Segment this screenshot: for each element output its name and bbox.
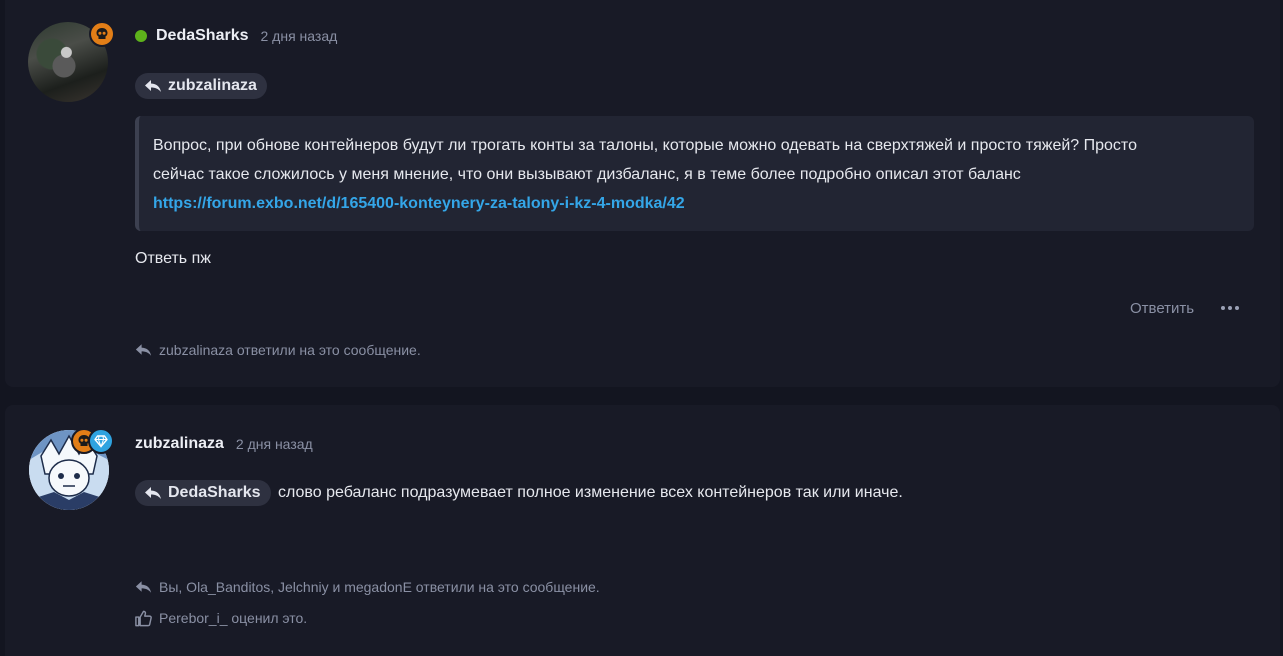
mention-label: DedaSharks bbox=[168, 484, 261, 501]
liked-by-row: Perebor_i_ оценил это. bbox=[134, 609, 307, 627]
post-body: слово ребаланс подразумевает полное изме… bbox=[278, 484, 903, 501]
quote-link[interactable]: https://forum.exbo.net/d/165400-konteyne… bbox=[153, 189, 1240, 218]
skull-icon bbox=[96, 28, 108, 39]
quote-text-line-2: сейчас такое сложилось у меня мнение, чт… bbox=[153, 166, 1021, 183]
post-time[interactable]: 2 дня назад bbox=[236, 436, 313, 452]
post-dedasharks: DedaSharks 2 дня назад zubzalinaza Вопро… bbox=[5, 0, 1280, 387]
skull-badge-icon bbox=[89, 21, 115, 47]
replied-by-row: zubzalinaza ответили на это сообщение. bbox=[134, 342, 421, 358]
diamond-icon bbox=[94, 435, 108, 448]
reply-icon bbox=[135, 581, 152, 593]
diamond-badge-icon bbox=[88, 428, 114, 454]
username[interactable]: DedaSharks bbox=[156, 27, 249, 45]
post-header: DedaSharks 2 дня назад bbox=[135, 27, 337, 45]
mention-pill[interactable]: zubzalinaza bbox=[135, 73, 267, 99]
online-status-icon bbox=[135, 30, 147, 42]
replied-by-text[interactable]: Вы, Ola_Banditos, Jelchniy и megadonE от… bbox=[159, 579, 600, 595]
reply-icon bbox=[145, 80, 161, 92]
replied-by-text[interactable]: zubzalinaza ответили на это сообщение. bbox=[159, 342, 421, 358]
post-header: zubzalinaza 2 дня назад bbox=[135, 435, 313, 453]
post-time[interactable]: 2 дня назад bbox=[261, 28, 338, 44]
mention-label: zubzalinaza bbox=[168, 77, 257, 94]
replied-by-row: Вы, Ola_Banditos, Jelchniy и megadonE от… bbox=[134, 579, 600, 595]
reply-button[interactable]: Ответить bbox=[1130, 300, 1194, 317]
liked-by-text[interactable]: Perebor_i_ оценил это. bbox=[159, 610, 307, 626]
more-options-button[interactable] bbox=[1221, 306, 1239, 310]
post-body: Ответь пж bbox=[135, 250, 211, 267]
ellipsis-icon bbox=[1221, 306, 1225, 310]
reply-icon bbox=[135, 344, 152, 356]
thumbs-up-icon bbox=[135, 610, 152, 627]
mention-pill[interactable]: DedaSharks bbox=[135, 480, 271, 506]
quoted-message: Вопрос, при обнове контейнеров будут ли … bbox=[135, 116, 1254, 231]
quote-text-line-1: Вопрос, при обнове контейнеров будут ли … bbox=[153, 137, 1137, 154]
post-zubzalinaza: zubzalinaza 2 дня назад DedaSharks слово… bbox=[5, 405, 1280, 656]
reply-icon bbox=[145, 487, 161, 499]
username[interactable]: zubzalinaza bbox=[135, 435, 224, 453]
